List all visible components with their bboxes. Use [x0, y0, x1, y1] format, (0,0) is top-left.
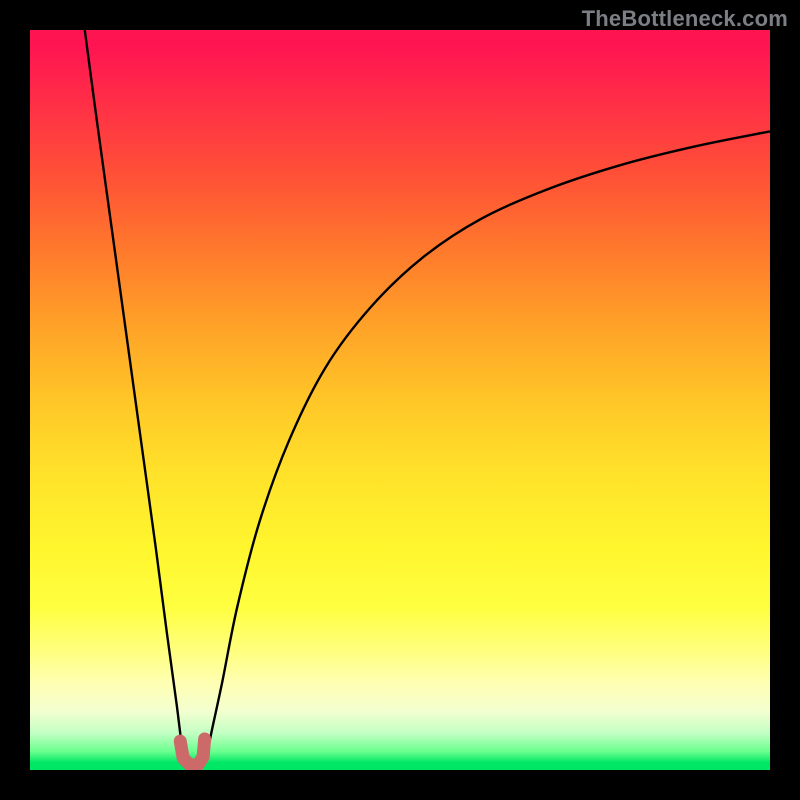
watermark-text: TheBottleneck.com [582, 6, 788, 32]
plot-area [30, 30, 770, 770]
minimum-marker [180, 739, 204, 765]
curve-right-ascent [206, 131, 770, 759]
chart-frame: TheBottleneck.com [0, 0, 800, 800]
chart-svg [30, 30, 770, 770]
curve-left-descent [85, 30, 186, 759]
